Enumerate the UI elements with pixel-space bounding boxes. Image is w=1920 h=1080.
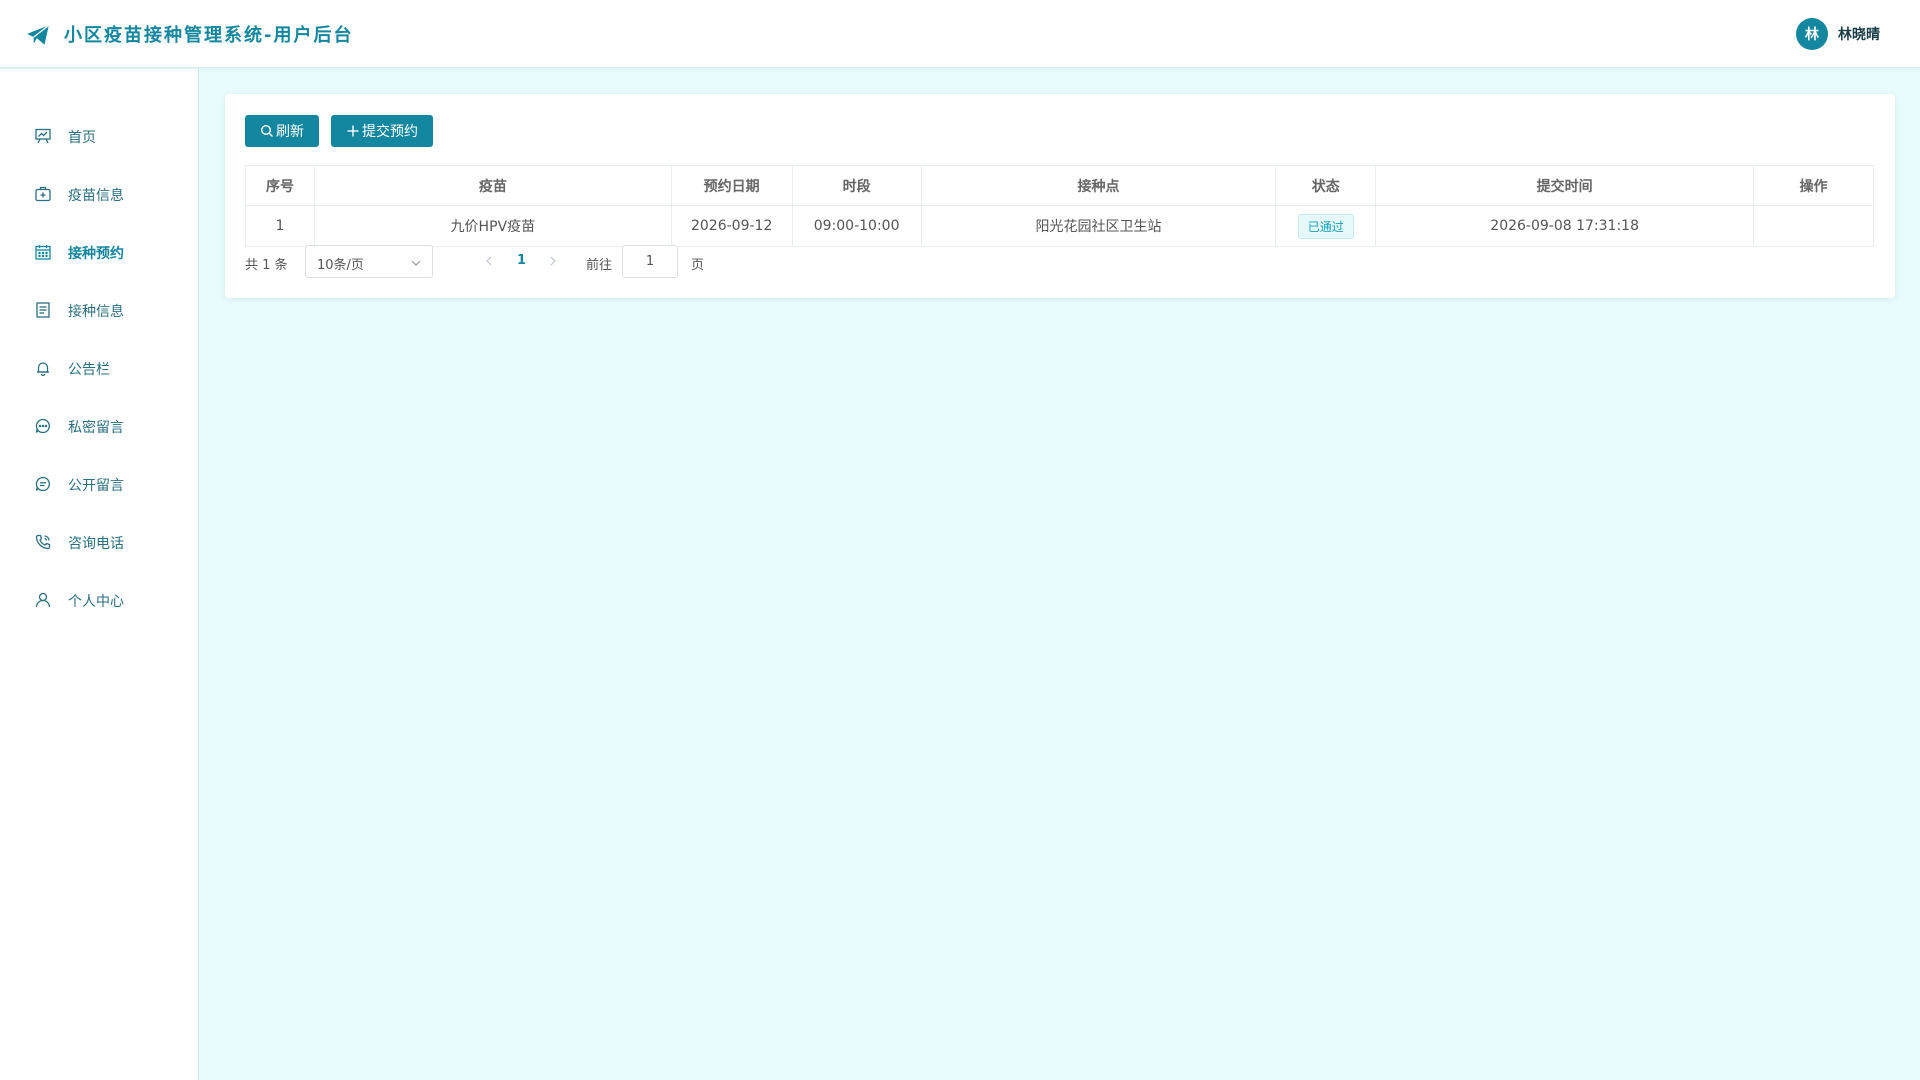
column-header: 时段: [791, 165, 922, 206]
chevron-right-icon[interactable]: [547, 254, 559, 268]
plus-icon: [347, 125, 359, 137]
search-icon: [260, 124, 273, 137]
sidebar-item-label: 接种信息: [68, 304, 124, 320]
status-badge: 已通过: [1297, 213, 1354, 239]
sidebar-item-label: 接种预约: [68, 246, 124, 262]
current-page-number[interactable]: 1: [517, 253, 526, 268]
booking-table: 序号 疫苗 预约日期 时段 接种点 状态 提交时间 操作 1 九价HPV疫苗 2…: [245, 165, 1874, 247]
cell-vaccine: 九价HPV疫苗: [313, 205, 672, 247]
sidebar-item-public-message[interactable]: 公开留言: [0, 464, 198, 504]
column-header: 序号: [245, 165, 315, 206]
paper-plane-icon: [27, 24, 50, 45]
chat-lines-icon: [35, 476, 51, 492]
refresh-label: 刷新: [276, 123, 304, 139]
page-size-value: 10条/页: [317, 258, 364, 273]
cell-date: 2026-09-12: [670, 205, 793, 247]
sidebar-item-home[interactable]: 首页: [0, 116, 198, 156]
user-menu[interactable]: 林 林晓晴: [1796, 18, 1880, 50]
cell-submitted: 2026-09-08 17:31:18: [1375, 205, 1755, 247]
refresh-button[interactable]: 刷新: [245, 115, 319, 147]
page-unit-label: 页: [691, 258, 705, 273]
cell-actions: [1753, 205, 1874, 247]
user-icon: [35, 592, 51, 608]
submit-booking-label: 提交预约: [362, 123, 418, 139]
sidebar-item-profile[interactable]: 个人中心: [0, 580, 198, 620]
column-header: 预约日期: [670, 165, 793, 206]
table-row: 1 九价HPV疫苗 2026-09-12 09:00-10:00 阳光花园社区卫…: [245, 205, 1874, 247]
presentation-chart-icon: [35, 128, 51, 144]
cell-index: 1: [245, 205, 315, 247]
column-header: 提交时间: [1375, 165, 1755, 206]
pagination: 共 1 条 10条/页 1 前往 页: [245, 245, 845, 279]
pagination-total: 共 1 条: [245, 258, 288, 273]
cell-site: 阳光花园社区卫生站: [920, 205, 1277, 247]
column-header: 状态: [1275, 165, 1377, 206]
sidebar: 首页 疫苗信息 接种预约 接种信息 公告栏 私密留言 公开留言 咨询电话 个人中…: [0, 69, 199, 1080]
column-header: 操作: [1753, 165, 1874, 206]
sidebar-item-vaccination-booking[interactable]: 接种预约: [0, 232, 198, 272]
column-header: 疫苗: [313, 165, 672, 206]
bell-icon: [37, 362, 49, 377]
sidebar-item-label: 首页: [68, 130, 96, 146]
phone-icon: [35, 534, 51, 550]
chevron-down-icon: [411, 260, 421, 266]
calendar-icon: [35, 245, 51, 260]
sidebar-item-label: 私密留言: [68, 420, 124, 436]
app-title: 小区疫苗接种管理系统-用户后台: [64, 25, 354, 46]
sidebar-item-bulletin[interactable]: 公告栏: [0, 348, 198, 388]
medical-kit-icon: [35, 186, 51, 202]
avatar[interactable]: 林: [1796, 18, 1828, 50]
sidebar-item-label: 公开留言: [68, 478, 124, 494]
sidebar-item-label: 咨询电话: [68, 536, 124, 552]
document-list-icon: [36, 302, 50, 318]
table-header-row: 序号 疫苗 预约日期 时段 接种点 状态 提交时间 操作: [245, 165, 1874, 206]
submit-booking-button[interactable]: 提交预约: [331, 115, 433, 147]
sidebar-item-private-message[interactable]: 私密留言: [0, 406, 198, 446]
column-header: 接种点: [920, 165, 1277, 206]
cell-status: 已通过: [1275, 205, 1377, 247]
cell-period: 09:00-10:00: [791, 205, 922, 247]
sidebar-item-vaccination-info[interactable]: 接种信息: [0, 290, 198, 330]
sidebar-item-label: 疫苗信息: [68, 188, 124, 204]
top-header: 小区疫苗接种管理系统-用户后台 林 林晓晴: [0, 0, 1920, 68]
page-size-select[interactable]: 10条/页: [305, 245, 433, 278]
chat-dots-icon: [35, 418, 51, 434]
sidebar-item-label: 公告栏: [68, 362, 110, 378]
goto-label: 前往: [586, 258, 613, 273]
chevron-left-icon[interactable]: [483, 254, 495, 268]
user-name[interactable]: 林晓晴: [1838, 24, 1880, 44]
sidebar-item-vaccine-info[interactable]: 疫苗信息: [0, 174, 198, 214]
goto-page-input[interactable]: [622, 245, 678, 278]
booking-list-card: 刷新 提交预约 序号 疫苗 预约日期 时段 接种点 状态 提交时间 操作 1 九…: [225, 94, 1895, 298]
sidebar-item-label: 个人中心: [68, 594, 124, 610]
sidebar-item-hotline[interactable]: 咨询电话: [0, 522, 198, 562]
